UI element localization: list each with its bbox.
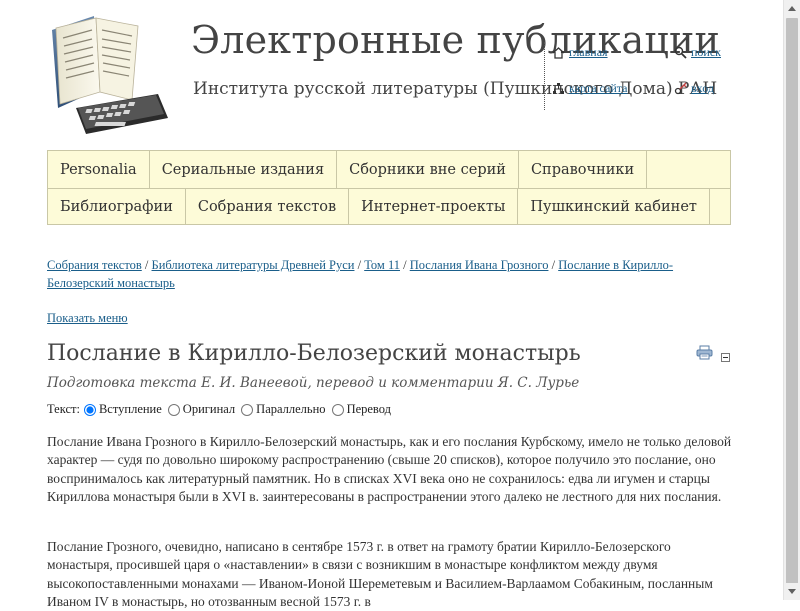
- login-link-label: вход: [691, 81, 714, 95]
- login-icon: [674, 82, 687, 95]
- collapse-icon[interactable]: [721, 353, 730, 362]
- breadcrumb: Собрания текстов / Библиотека литературы…: [47, 256, 737, 292]
- intro-paragraph: Послание Грозного, очевидно, написано в …: [47, 539, 713, 609]
- radio-introduction[interactable]: [83, 403, 96, 416]
- nav-item-collections-outside-series[interactable]: Сборники вне серий: [337, 151, 519, 188]
- breadcrumb-link[interactable]: Том 11: [364, 258, 400, 272]
- arrow-down-icon: [788, 589, 796, 594]
- home-link-label: главная: [569, 45, 608, 59]
- radio-introduction-label: Вступление: [98, 402, 162, 416]
- main-nav-row-2: Библиографии Собрания текстов Интернет-п…: [48, 188, 730, 225]
- text-option-original[interactable]: Оригинал: [164, 402, 235, 417]
- text-option-introduction[interactable]: Вступление: [80, 402, 162, 417]
- sitemap-icon: [553, 83, 564, 94]
- breadcrumb-link[interactable]: Библиотека литературы Древней Руси: [152, 258, 355, 272]
- book-keyboard-logo-icon[interactable]: [46, 12, 170, 138]
- text-credits: Подготовка текста Е. И. Ванеевой, перево…: [47, 375, 580, 391]
- text-version-switch: Текст: Вступление Оригинал Параллельно П…: [47, 402, 393, 417]
- search-icon: [674, 46, 687, 59]
- login-link[interactable]: вход: [674, 81, 714, 96]
- nav-item-serial-editions[interactable]: Сериальные издания: [150, 151, 338, 188]
- home-link[interactable]: главная: [552, 45, 608, 60]
- scrollbar-thumb[interactable]: [786, 18, 798, 592]
- radio-parallel[interactable]: [241, 403, 254, 416]
- radio-original-label: Оригинал: [182, 402, 236, 416]
- breadcrumb-separator: /: [144, 258, 149, 272]
- breadcrumb-separator: /: [551, 258, 556, 272]
- show-menu-link[interactable]: Показать меню: [47, 311, 128, 326]
- nav-item-personalia[interactable]: Personalia: [48, 151, 150, 188]
- print-icon[interactable]: [696, 345, 713, 360]
- nav-item-text-collections[interactable]: Собрания текстов: [186, 188, 350, 225]
- search-link-label: поиск: [691, 45, 721, 59]
- text-option-parallel[interactable]: Параллельно: [237, 402, 326, 417]
- sitemap-link[interactable]: карта сайта: [552, 81, 627, 96]
- nav-item-bibliographies[interactable]: Библиографии: [48, 188, 186, 225]
- arrow-up-icon: [788, 6, 796, 11]
- home-icon: [552, 47, 565, 59]
- breadcrumb-link[interactable]: Послания Ивана Грозного: [410, 258, 549, 272]
- scroll-down-button[interactable]: [784, 583, 800, 600]
- radio-original[interactable]: [167, 403, 180, 416]
- breadcrumb-separator: /: [357, 258, 362, 272]
- breadcrumb-separator: /: [403, 258, 407, 272]
- breadcrumb-link[interactable]: Собрания текстов: [47, 258, 142, 272]
- scroll-up-button[interactable]: [784, 0, 800, 17]
- sitemap-link-label: карта сайта: [569, 81, 628, 95]
- page-title: Послание в Кирилло-Белозерский монастырь: [47, 341, 581, 366]
- main-nav-row-1: Personalia Сериальные издания Сборники в…: [48, 151, 730, 189]
- intro-paragraph: Послание Ивана Грозного в Кирилло-Белозе…: [47, 434, 732, 504]
- vertical-scrollbar[interactable]: [783, 0, 800, 600]
- text-switch-label: Текст:: [47, 402, 80, 416]
- radio-translation[interactable]: [331, 403, 344, 416]
- main-nav: Personalia Сериальные издания Сборники в…: [47, 150, 731, 225]
- header-divider: [544, 42, 545, 110]
- site-subtitle: Института русской литературы (Пушкинског…: [193, 79, 718, 99]
- radio-translation-label: Перевод: [346, 402, 392, 416]
- site-title: Электронные публикации: [191, 18, 721, 62]
- nav-item-pushkin-cabinet[interactable]: Пушкинский кабинет: [518, 188, 710, 225]
- search-link[interactable]: поиск: [674, 45, 721, 60]
- nav-item-reference-books[interactable]: Справочники: [519, 151, 648, 188]
- nav-item-internet-projects[interactable]: Интернет-проекты: [349, 188, 519, 225]
- text-option-translation[interactable]: Перевод: [328, 402, 391, 417]
- radio-parallel-label: Параллельно: [256, 402, 326, 416]
